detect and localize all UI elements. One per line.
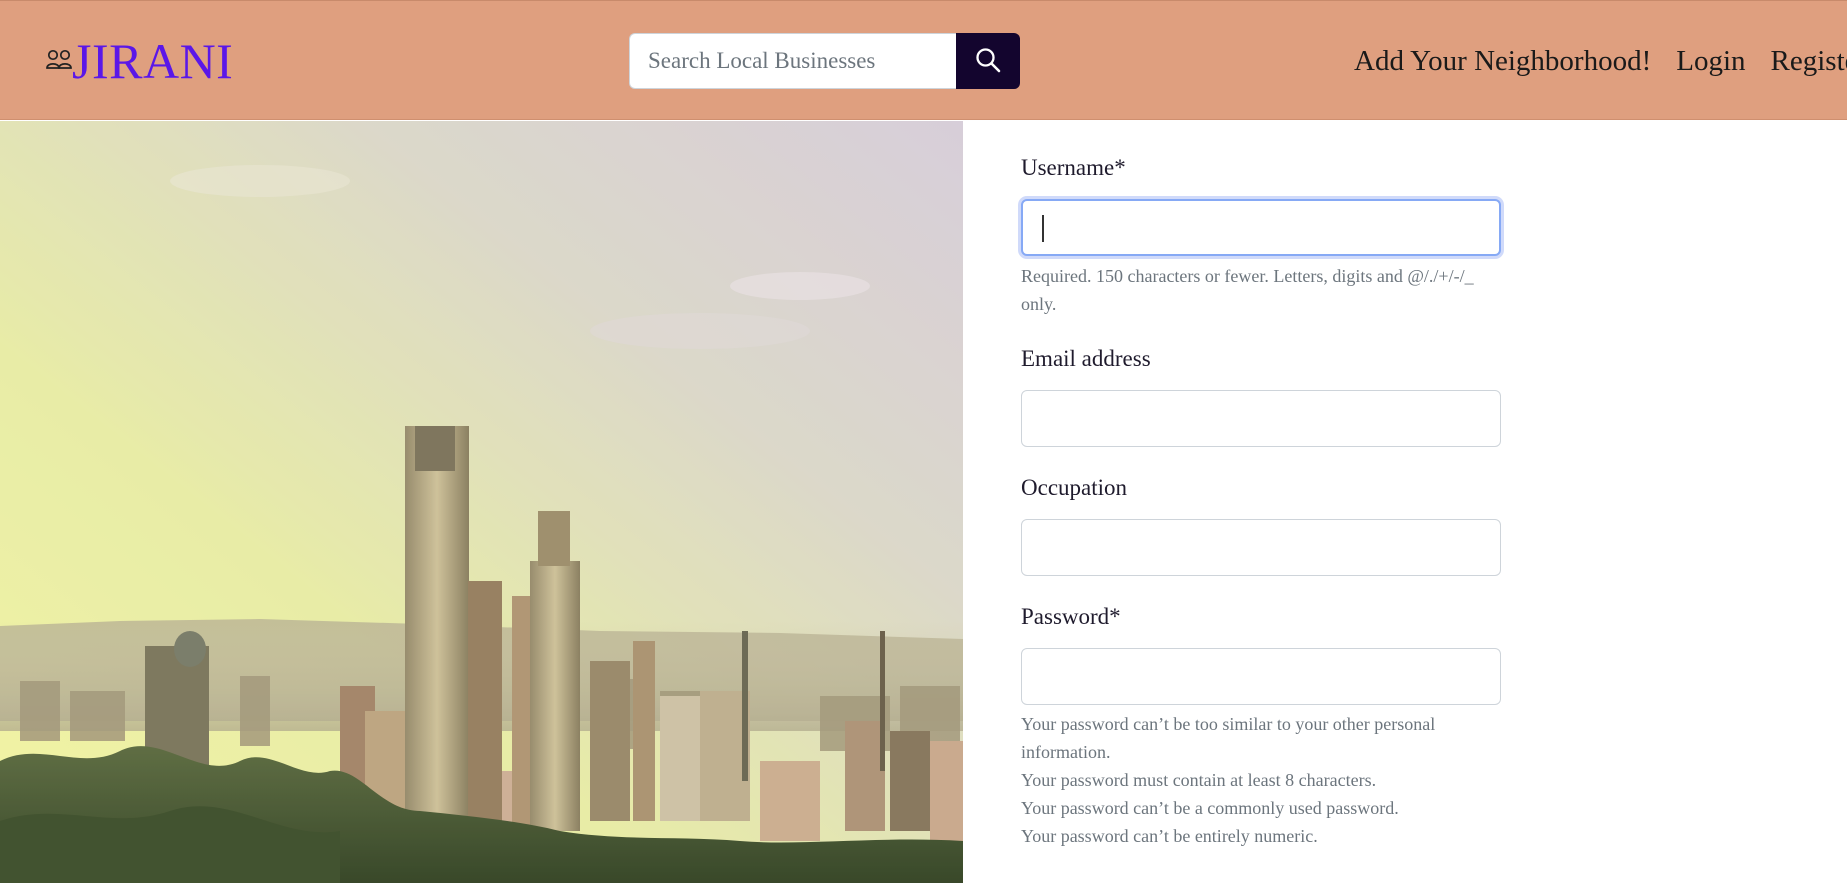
text-caret [1042,215,1044,242]
password-help-item: Your password must contain at least 8 ch… [1021,770,1377,790]
username-help-text: Required. 150 characters or fewer. Lette… [1021,266,1474,314]
email-field[interactable] [1021,390,1501,447]
brand-name: JIRANI [72,33,234,89]
password-help-item: Your password can’t be a commonly used p… [1021,798,1399,818]
navbar: JIRANI Add Your Neighborhood! Login Regi… [0,0,1847,120]
nav-register-link[interactable]: Register [1771,41,1847,81]
password-help-item: Your password can’t be entirely numeric. [1021,826,1318,846]
email-label: Email address [1021,346,1151,371]
username-label: Username* [1021,155,1126,180]
search-icon [974,46,1002,77]
brand-link[interactable]: JIRANI [46,33,233,89]
occupation-label: Occupation [1021,475,1128,500]
nav-add-neighborhood-link[interactable]: Add Your Neighborhood! [1354,41,1651,81]
nav-links: Add Your Neighborhood! Login Register [1354,41,1847,81]
password-help-list: Your password can’t be too similar to yo… [1021,710,1491,850]
search-button[interactable] [956,33,1020,89]
search-form [629,33,1020,89]
people-icon [46,49,72,89]
city-skyline-photo [0,121,963,883]
nav-login-link[interactable]: Login [1676,41,1745,81]
username-field[interactable] [1021,199,1501,256]
occupation-field[interactable] [1021,519,1501,576]
search-input[interactable] [629,33,956,89]
password-field[interactable] [1021,648,1501,705]
password-label: Password* [1021,604,1121,629]
password-help-item: Your password can’t be too similar to yo… [1021,714,1436,762]
